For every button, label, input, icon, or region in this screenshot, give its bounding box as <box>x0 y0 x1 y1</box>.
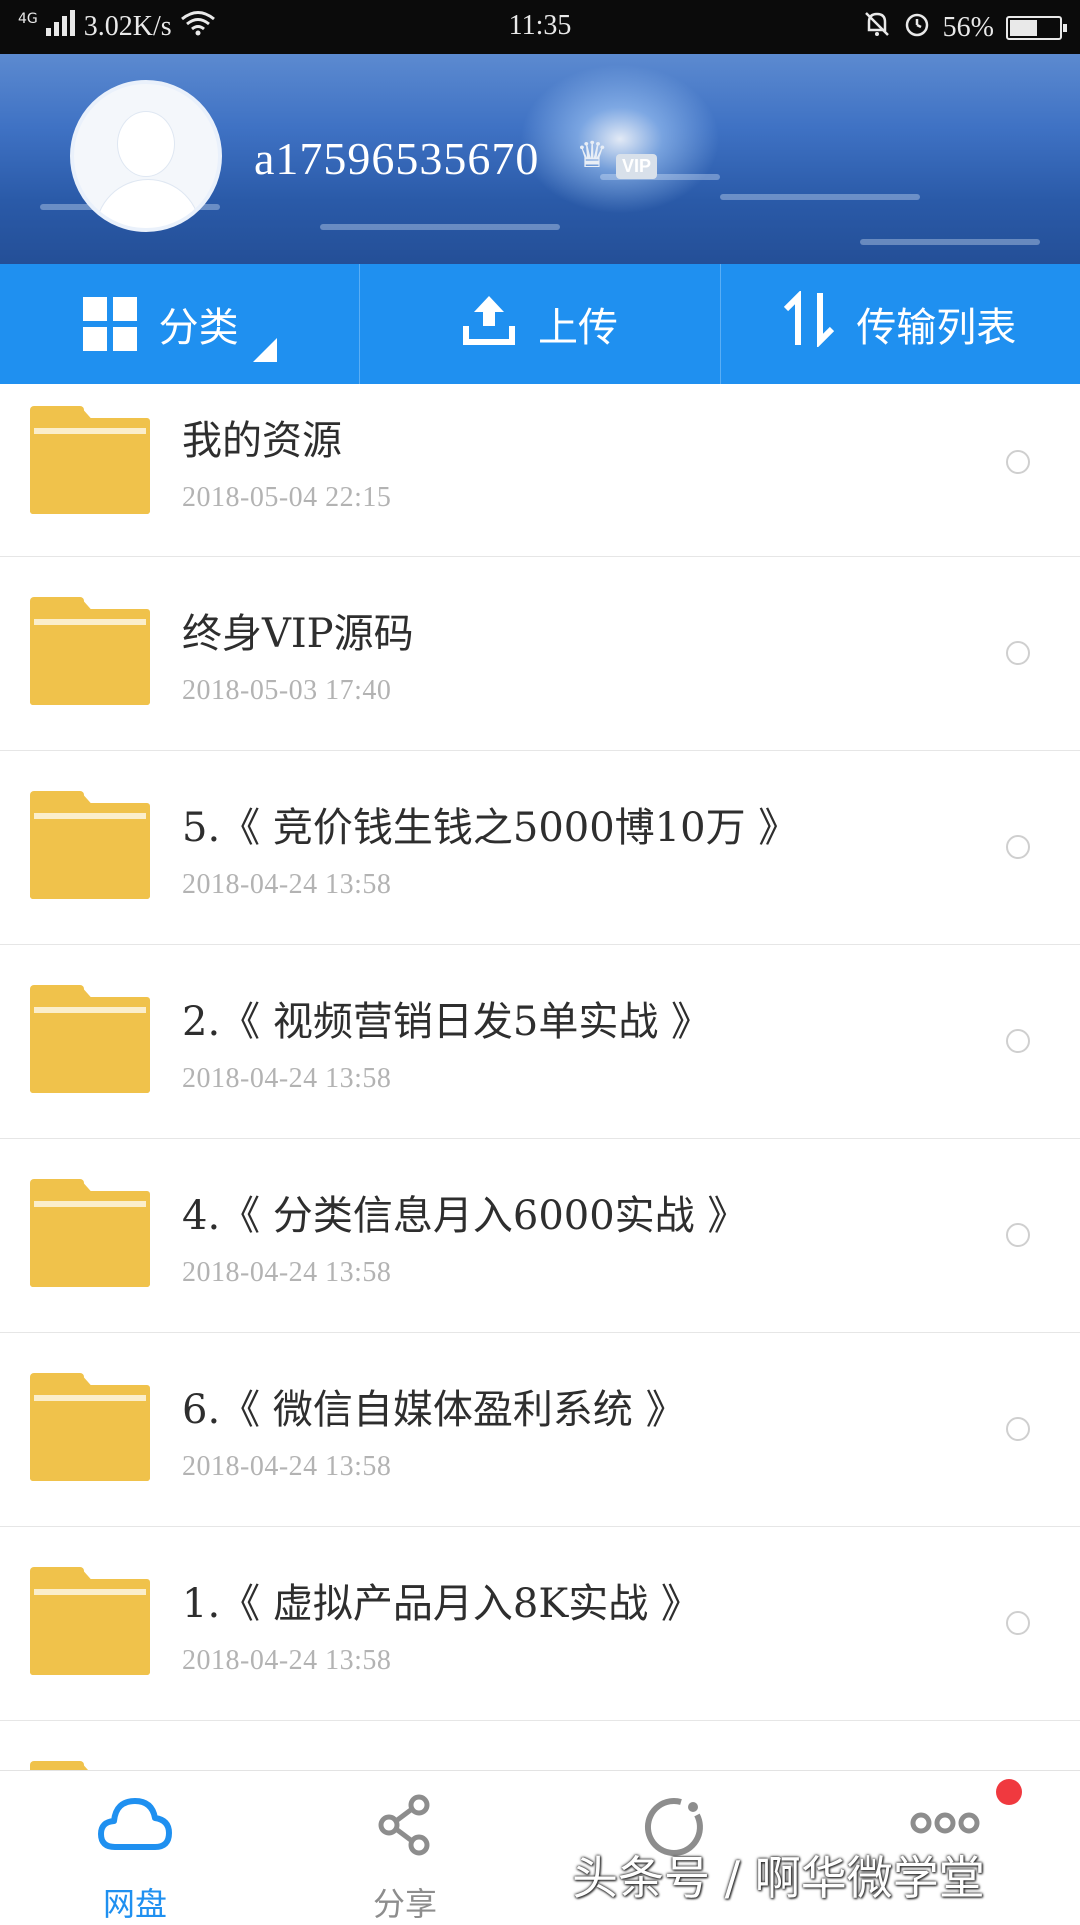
file-name: 5.《 竞价钱生钱之5000博10万 》 <box>182 805 799 851</box>
file-name: 2.《 视频营销日发5单实战 》 <box>182 999 712 1045</box>
bell-muted-icon <box>863 10 891 46</box>
status-bar: 4G 3.02K/s 11:35 56% <box>0 0 1080 54</box>
file-row[interactable]: 1.《 虚拟产品月入8K实战 》 2018-04-24 13:58 <box>0 1527 1080 1721</box>
battery-fill <box>1010 20 1037 36</box>
select-radio[interactable] <box>1006 1029 1030 1053</box>
vip-badge: ♛ VIP <box>576 138 666 186</box>
alarm-icon <box>903 10 931 46</box>
notification-dot <box>996 1779 1022 1805</box>
select-radio[interactable] <box>1006 450 1030 474</box>
file-date: 2018-04-24 13:58 <box>182 1257 392 1288</box>
file-name: 终身VIP源码 <box>182 611 414 657</box>
crown-icon: ♛ <box>576 135 609 176</box>
folder-icon <box>30 597 150 705</box>
file-row[interactable]: 6.《 微信自媒体盈利系统 》 2018-04-24 13:58 <box>0 1333 1080 1527</box>
nav-disk[interactable]: 网盘 <box>0 1771 270 1923</box>
nav-share-label: 分享 <box>372 1885 437 1923</box>
file-date: 2018-05-03 17:40 <box>182 675 392 706</box>
banner-wave <box>860 239 1040 245</box>
folder-icon <box>30 406 150 514</box>
folder-icon <box>30 1567 150 1675</box>
category-button[interactable]: 分类 <box>0 264 359 384</box>
folder-icon <box>30 791 150 899</box>
banner-wave <box>320 224 560 230</box>
avatar[interactable] <box>70 80 222 232</box>
file-name: 1.《 虚拟产品月入8K实战 》 <box>182 1581 701 1627</box>
transfer-list-label: 传输列表 <box>856 305 1017 351</box>
file-row[interactable]: 4.《 分类信息月入6000实战 》 2018-04-24 13:58 <box>0 1139 1080 1333</box>
banner-wave <box>720 194 920 200</box>
grid-icon <box>82 297 137 351</box>
folder-icon <box>30 985 150 1093</box>
category-label: 分类 <box>158 305 239 351</box>
cloud-icon <box>97 1793 173 1857</box>
vip-label: VIP <box>616 154 658 179</box>
more-dots-icon <box>909 1811 981 1839</box>
dropdown-triangle-icon <box>252 338 277 362</box>
file-row[interactable]: 2.《 视频营销日发5单实战 》 2018-04-24 13:58 <box>0 945 1080 1139</box>
battery-icon <box>1006 16 1067 40</box>
file-list: 我的资源 2018-05-04 22:15 终身VIP源码 2018-05-03… <box>0 384 1080 1781</box>
upload-icon <box>462 292 516 356</box>
share-icon <box>375 1793 435 1861</box>
file-date: 2018-04-24 13:58 <box>182 1451 392 1482</box>
upload-button[interactable]: 上传 <box>359 264 719 384</box>
select-radio[interactable] <box>1006 1417 1030 1441</box>
file-row[interactable]: 5.《 竞价钱生钱之5000博10万 》 2018-04-24 13:58 <box>0 751 1080 945</box>
upload-label: 上传 <box>537 305 618 351</box>
transfer-list-button[interactable]: 传输列表 <box>719 264 1080 384</box>
select-radio[interactable] <box>1006 641 1030 665</box>
transfer-arrows-icon <box>784 289 835 357</box>
file-name: 6.《 微信自媒体盈利系统 》 <box>182 1387 686 1433</box>
file-date: 2018-05-04 22:15 <box>182 482 392 513</box>
select-radio[interactable] <box>1006 1223 1030 1247</box>
file-row[interactable]: 终身VIP源码 2018-05-03 17:40 <box>0 557 1080 751</box>
file-date: 2018-04-24 13:58 <box>182 1645 392 1676</box>
watermark: 头条号 / 啊华微学堂 <box>572 1851 985 1905</box>
select-radio[interactable] <box>1006 835 1030 859</box>
file-date: 2018-04-24 13:58 <box>182 1063 392 1094</box>
file-name: 我的资源 <box>182 418 342 464</box>
nav-disk-label: 网盘 <box>102 1885 167 1923</box>
folder-icon <box>30 1179 150 1287</box>
file-date: 2018-04-24 13:58 <box>182 869 392 900</box>
folder-icon <box>30 1373 150 1481</box>
avatar-head <box>118 112 174 176</box>
nav-share[interactable]: 分享 <box>270 1771 540 1923</box>
action-bar: 分类 上传 传输列表 <box>0 264 1080 384</box>
select-radio[interactable] <box>1006 1611 1030 1635</box>
battery-percent: 56% <box>942 12 994 43</box>
username: a17596535670 <box>254 133 540 184</box>
file-row[interactable]: 我的资源 2018-05-04 22:15 <box>0 384 1080 557</box>
avatar-body <box>96 180 200 228</box>
file-name: 4.《 分类信息月入6000实战 》 <box>182 1193 748 1239</box>
